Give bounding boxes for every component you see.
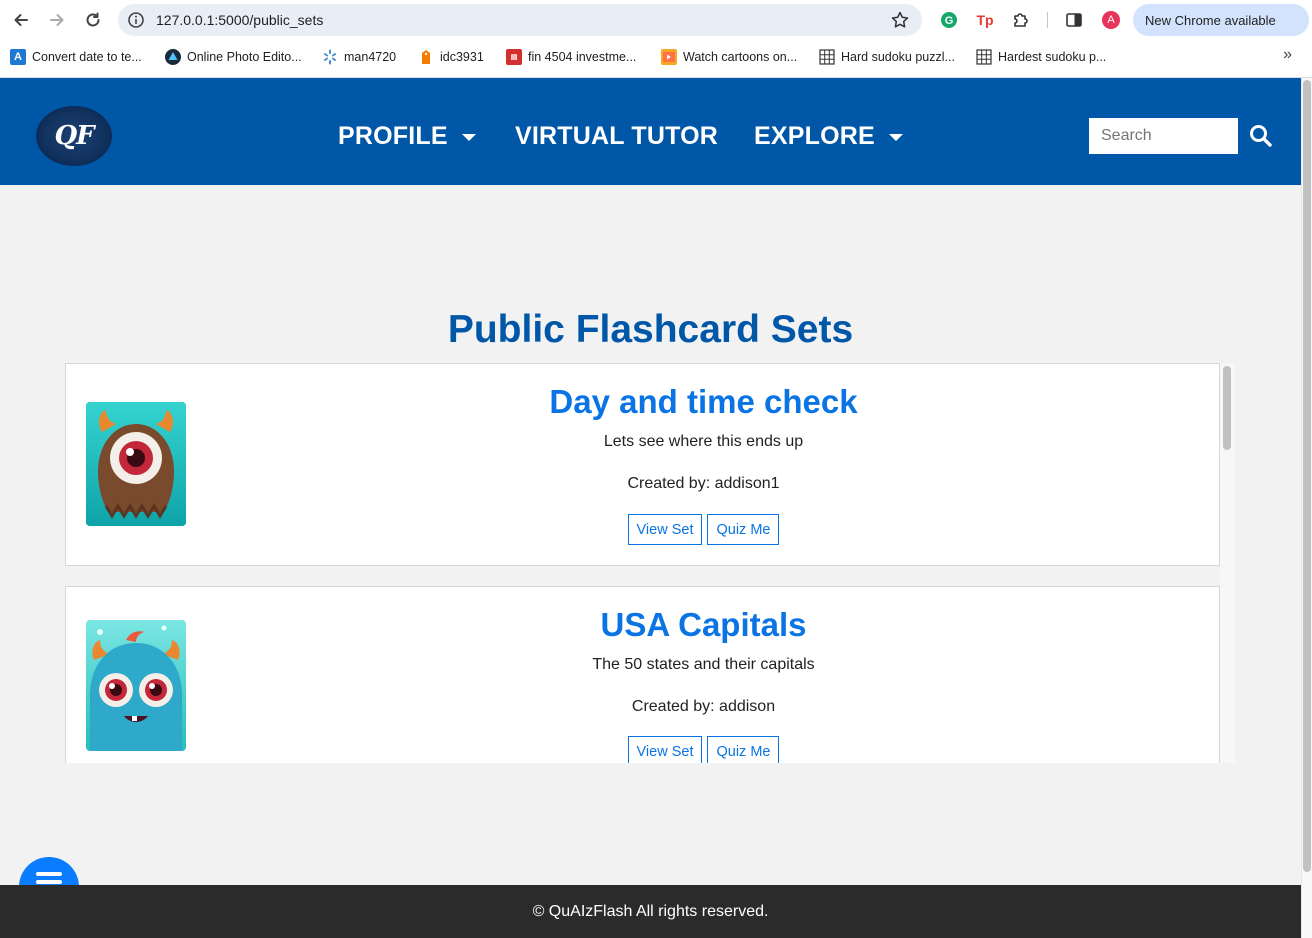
sudoku-grid-icon [976, 49, 992, 65]
bookmark-item[interactable]: A Convert date to te... [10, 48, 142, 66]
set-description: The 50 states and their capitals [592, 656, 815, 673]
bookmark-label: Watch cartoons on... [683, 50, 798, 64]
set-title[interactable]: USA Capitals [66, 606, 1235, 644]
site-footer: © QuAIzFlash All rights reserved. [0, 885, 1301, 938]
extensions-puzzle-icon[interactable] [1010, 9, 1032, 31]
bookmark-item[interactable]: ▤ fin 4504 investme... [506, 48, 636, 66]
sudoku-grid-icon [819, 49, 835, 65]
caret-down-icon [888, 134, 903, 141]
bookmark-item[interactable]: Online Photo Edito... [165, 48, 302, 66]
bookmark-item[interactable]: Hard sudoku puzzl... [819, 48, 955, 66]
bookmark-label: fin 4504 investme... [528, 50, 637, 64]
bookmarks-bar: A Convert date to te... Online Photo Edi… [0, 42, 1312, 72]
bookmark-item[interactable]: Watch cartoons on... [661, 48, 797, 66]
spinner-icon [322, 49, 338, 65]
tp-extension-icon[interactable]: Tp [974, 9, 996, 31]
flashcard-set-card: Day and time check Lets see where this e… [65, 363, 1220, 566]
bookmark-item[interactable]: Hardest sudoku p... [976, 48, 1106, 66]
caret-down-icon [461, 134, 476, 141]
set-actions: View Set Quiz Me [66, 514, 1235, 545]
book-icon: ▤ [506, 49, 522, 65]
profile-initial: A [1107, 14, 1115, 26]
set-description: Lets see where this ends up [603, 433, 804, 450]
set-actions: View Set Quiz Me [66, 736, 1235, 763]
set-author: Created by: addison1 [627, 475, 780, 492]
bookmark-item[interactable]: idc3931 [418, 48, 484, 66]
hamburger-menu-icon [36, 880, 62, 884]
quiz-me-button[interactable]: Quiz Me [707, 514, 780, 545]
svg-text:G: G [945, 15, 954, 27]
bookmark-a-icon: A [10, 49, 26, 65]
view-set-button[interactable]: View Set [627, 736, 703, 763]
svg-text:Tp: Tp [976, 12, 993, 28]
grammarly-icon[interactable]: G [938, 9, 960, 31]
search-icon[interactable] [1248, 123, 1274, 149]
site-header: QF PROFILE VIRTUAL TUTOR EXPLORE Search [0, 78, 1301, 185]
bookmark-label: Convert date to te... [32, 50, 142, 64]
bookmark-item[interactable]: man4720 [322, 48, 396, 66]
quiz-me-button[interactable]: Quiz Me [707, 736, 780, 763]
reload-icon[interactable] [81, 8, 105, 32]
view-set-button[interactable]: View Set [627, 514, 703, 545]
bookmark-star-icon[interactable] [890, 10, 910, 30]
chrome-update-button[interactable]: New Chrome available [1133, 4, 1309, 36]
nav-virtual-tutor-label: VIRTUAL TUTOR [515, 122, 719, 150]
tag-icon [418, 49, 434, 65]
flashcard-sets-list: Day and time check Lets see where this e… [65, 363, 1235, 763]
logo-text: QF [54, 121, 94, 151]
more-bookmarks-chevron-icon[interactable]: » [1283, 46, 1292, 64]
site-logo[interactable]: QF [36, 106, 112, 166]
hamburger-menu-icon [36, 872, 62, 876]
flashcard-set-card: USA Capitals The 50 states and their cap… [65, 586, 1220, 763]
bookmark-label: idc3931 [440, 50, 484, 64]
photo-editor-icon [165, 49, 181, 65]
forward-icon[interactable] [45, 8, 69, 32]
nav-virtual-tutor[interactable]: VIRTUAL TUTOR [515, 122, 718, 151]
nav-explore-label: EXPLORE [754, 122, 875, 150]
nav-profile-label: PROFILE [338, 122, 448, 150]
search-input[interactable]: Search [1089, 118, 1238, 154]
page-scrollbar[interactable] [1303, 80, 1311, 872]
set-title[interactable]: Day and time check [66, 383, 1235, 421]
search-placeholder: Search [1101, 127, 1152, 144]
toolbar-divider [1047, 12, 1048, 28]
browser-toolbar: 127.0.0.1:5000/public_sets G Tp A New Ch… [0, 0, 1312, 40]
nav-explore-dropdown[interactable]: EXPLORE [754, 122, 903, 151]
page-title: Public Flashcard Sets [447, 308, 854, 351]
url-text: 127.0.0.1:5000/public_sets [156, 12, 324, 28]
bookmark-label: Online Photo Edito... [187, 50, 302, 64]
browser-chrome: 127.0.0.1:5000/public_sets G Tp A New Ch… [0, 0, 1312, 78]
cartoon-icon [661, 49, 677, 65]
profile-avatar[interactable]: A [1100, 9, 1122, 31]
footer-copyright: © QuAIzFlash All rights reserved. [532, 902, 769, 920]
side-panel-icon[interactable] [1063, 9, 1085, 31]
bookmark-label: Hard sudoku puzzl... [841, 50, 955, 64]
nav-profile-dropdown[interactable]: PROFILE [338, 122, 476, 151]
back-icon[interactable] [9, 8, 33, 32]
set-author: Created by: addison [631, 698, 776, 715]
address-bar[interactable]: 127.0.0.1:5000/public_sets [118, 4, 922, 36]
bookmark-label: man4720 [344, 50, 397, 64]
site-info-icon[interactable] [126, 10, 146, 30]
bookmark-label: Hardest sudoku p... [998, 50, 1107, 64]
